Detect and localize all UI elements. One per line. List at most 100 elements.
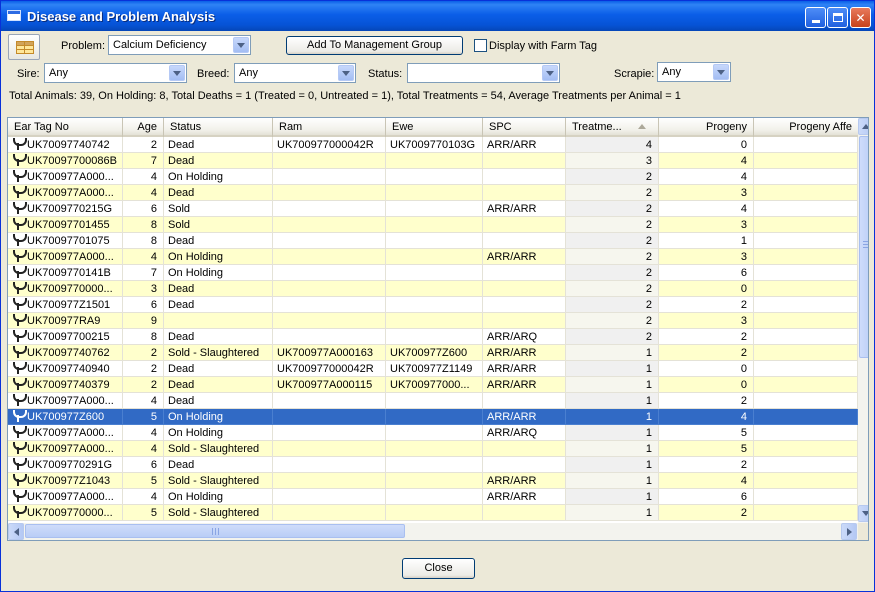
cell-spc <box>483 153 566 169</box>
cell-age: 9 <box>123 313 164 329</box>
horizontal-scroll-thumb[interactable] <box>25 524 405 538</box>
horizontal-scrollbar[interactable] <box>8 523 858 540</box>
close-button[interactable]: Close <box>402 558 475 579</box>
table-row[interactable]: UK7009770000... 3 Dead 2 0 <box>8 281 858 297</box>
scroll-down-button[interactable] <box>858 505 868 522</box>
cell-ram <box>273 441 386 457</box>
scrapie-select[interactable]: Any <box>657 62 731 82</box>
problem-select[interactable]: Calcium Deficiency <box>108 35 251 55</box>
vertical-scrollbar[interactable] <box>858 118 868 523</box>
animal-icon <box>12 217 27 230</box>
cell-spc <box>483 297 566 313</box>
column-header-age[interactable]: Age <box>123 118 164 137</box>
cell-ram <box>273 185 386 201</box>
column-header-spc[interactable]: SPC <box>483 118 566 137</box>
arrow-left-icon <box>13 527 19 536</box>
table-row[interactable]: UK700977A000... 4 Dead 2 3 <box>8 185 858 201</box>
breed-label: Breed: <box>197 68 230 80</box>
cell-progeny-affected <box>754 249 858 265</box>
table-row[interactable]: UK70097700215 8 Dead ARR/ARQ 2 2 <box>8 329 858 345</box>
add-to-management-group-button[interactable]: Add To Management Group <box>286 36 463 55</box>
column-header-progeny[interactable]: Progeny <box>659 118 754 137</box>
cell-ear-tag: UK700977A000... <box>8 441 123 457</box>
table-row[interactable]: UK700977A000... 4 On Holding 2 4 <box>8 169 858 185</box>
table-row[interactable]: UK7009770215G 6 Sold ARR/ARR 2 4 <box>8 201 858 217</box>
animal-icon <box>12 233 27 246</box>
cell-progeny: 2 <box>659 345 754 361</box>
table-row[interactable]: UK700977Z1043 5 Sold - Slaughtered ARR/ARR 1… <box>8 473 858 489</box>
cell-ram <box>273 409 386 425</box>
minimize-icon <box>811 20 820 23</box>
table-row[interactable]: UK7009770291G 6 Dead 1 2 <box>8 457 858 473</box>
table-row[interactable]: UK70097740762 2 Sold - Slaughtered UK700977… <box>8 345 858 361</box>
chevron-down-icon <box>717 69 725 75</box>
scrapie-dropdown-button[interactable] <box>713 64 729 80</box>
cell-ram <box>273 473 386 489</box>
status-select[interactable] <box>407 63 560 83</box>
cell-ewe <box>386 409 483 425</box>
table-row[interactable]: UK700977Z1501 6 Dead 2 2 <box>8 297 858 313</box>
cell-age: 6 <box>123 457 164 473</box>
problem-dropdown-button[interactable] <box>233 37 249 53</box>
status-dropdown-button[interactable] <box>542 65 558 81</box>
column-header-progeny-affected[interactable]: Progeny Affe <box>754 118 858 137</box>
column-header-ewe[interactable]: Ewe <box>386 118 483 137</box>
cell-spc <box>483 233 566 249</box>
table-row[interactable]: UK7009770000... 5 Sold - Slaughtered 1 2 <box>8 505 858 521</box>
table-row[interactable]: UK700977RA9 9 2 3 <box>8 313 858 329</box>
vertical-scroll-thumb[interactable] <box>859 136 868 358</box>
table-row[interactable]: UK700977A000... 4 On Holding ARR/ARQ 1 5 <box>8 425 858 441</box>
cell-progeny-affected <box>754 425 858 441</box>
cell-status: Dead <box>164 361 273 377</box>
grid-icon <box>16 41 34 54</box>
close-window-button[interactable]: ✕ <box>850 7 871 28</box>
table-row[interactable]: UK700977A000... 4 Dead 1 2 <box>8 393 858 409</box>
table-row[interactable]: UK700977A000... 4 On Holding ARR/ARR 2 3 <box>8 249 858 265</box>
table-row[interactable]: UK70097701455 8 Sold 2 3 <box>8 217 858 233</box>
table-row[interactable]: UK70097740940 2 Dead UK700977000042R UK70097… <box>8 361 858 377</box>
cell-ram <box>273 489 386 505</box>
table-row[interactable]: UK70097701075 8 Dead 2 1 <box>8 233 858 249</box>
cell-treatments: 1 <box>566 473 659 489</box>
ear-tag-text: UK700977Z1501 <box>27 299 111 311</box>
table-row[interactable]: UK70097700086B 7 Dead 3 4 <box>8 153 858 169</box>
cell-ram <box>273 169 386 185</box>
problem-label: Problem: <box>61 40 106 52</box>
column-header-ear-tag[interactable]: Ear Tag No <box>8 118 123 137</box>
cell-status: On Holding <box>164 425 273 441</box>
close-icon: ✕ <box>855 10 866 25</box>
sire-dropdown-button[interactable] <box>169 65 185 81</box>
display-farm-tag-checkbox[interactable] <box>474 39 487 52</box>
column-header-status[interactable]: Status <box>164 118 273 137</box>
scroll-right-button[interactable] <box>841 523 857 540</box>
table-row[interactable]: UK7009770141B 7 On Holding 2 6 <box>8 265 858 281</box>
minimize-button[interactable] <box>805 7 826 28</box>
table-row[interactable]: UK700977A000... 4 Sold - Slaughtered 1 5 <box>8 441 858 457</box>
animals-table[interactable]: Ear Tag No Age Status Ram Ewe SPC Treatm… <box>7 117 869 541</box>
column-header-ram[interactable]: Ram <box>273 118 386 137</box>
cell-spc <box>483 281 566 297</box>
title-bar[interactable]: Disease and Problem Analysis ✕ <box>1 1 874 31</box>
cell-treatments: 1 <box>566 409 659 425</box>
maximize-button[interactable] <box>827 7 848 28</box>
scroll-left-button[interactable] <box>8 523 24 540</box>
grid-view-button[interactable] <box>8 34 40 60</box>
sire-select[interactable]: Any <box>44 63 187 83</box>
cell-status: Dead <box>164 153 273 169</box>
breed-dropdown-button[interactable] <box>338 65 354 81</box>
table-row[interactable]: UK700977A000... 4 On Holding ARR/ARR 1 6 <box>8 489 858 505</box>
cell-spc <box>483 169 566 185</box>
cell-ewe <box>386 153 483 169</box>
table-row[interactable]: UK700977Z600 5 On Holding ARR/ARR 1 4 <box>8 409 858 425</box>
cell-age: 6 <box>123 297 164 313</box>
cell-ewe <box>386 473 483 489</box>
table-row[interactable]: UK70097740742 2 Dead UK700977000042R UK70097… <box>8 137 858 153</box>
cell-treatments: 1 <box>566 425 659 441</box>
cell-progeny-affected <box>754 473 858 489</box>
animal-icon <box>12 265 27 278</box>
cell-ear-tag: UK70097700215 <box>8 329 123 345</box>
breed-select[interactable]: Any <box>234 63 356 83</box>
column-header-treatments[interactable]: Treatme... <box>566 118 659 137</box>
scroll-up-button[interactable] <box>858 118 868 135</box>
table-row[interactable]: UK70097740379 2 Dead UK700977A000115 UK70097… <box>8 377 858 393</box>
